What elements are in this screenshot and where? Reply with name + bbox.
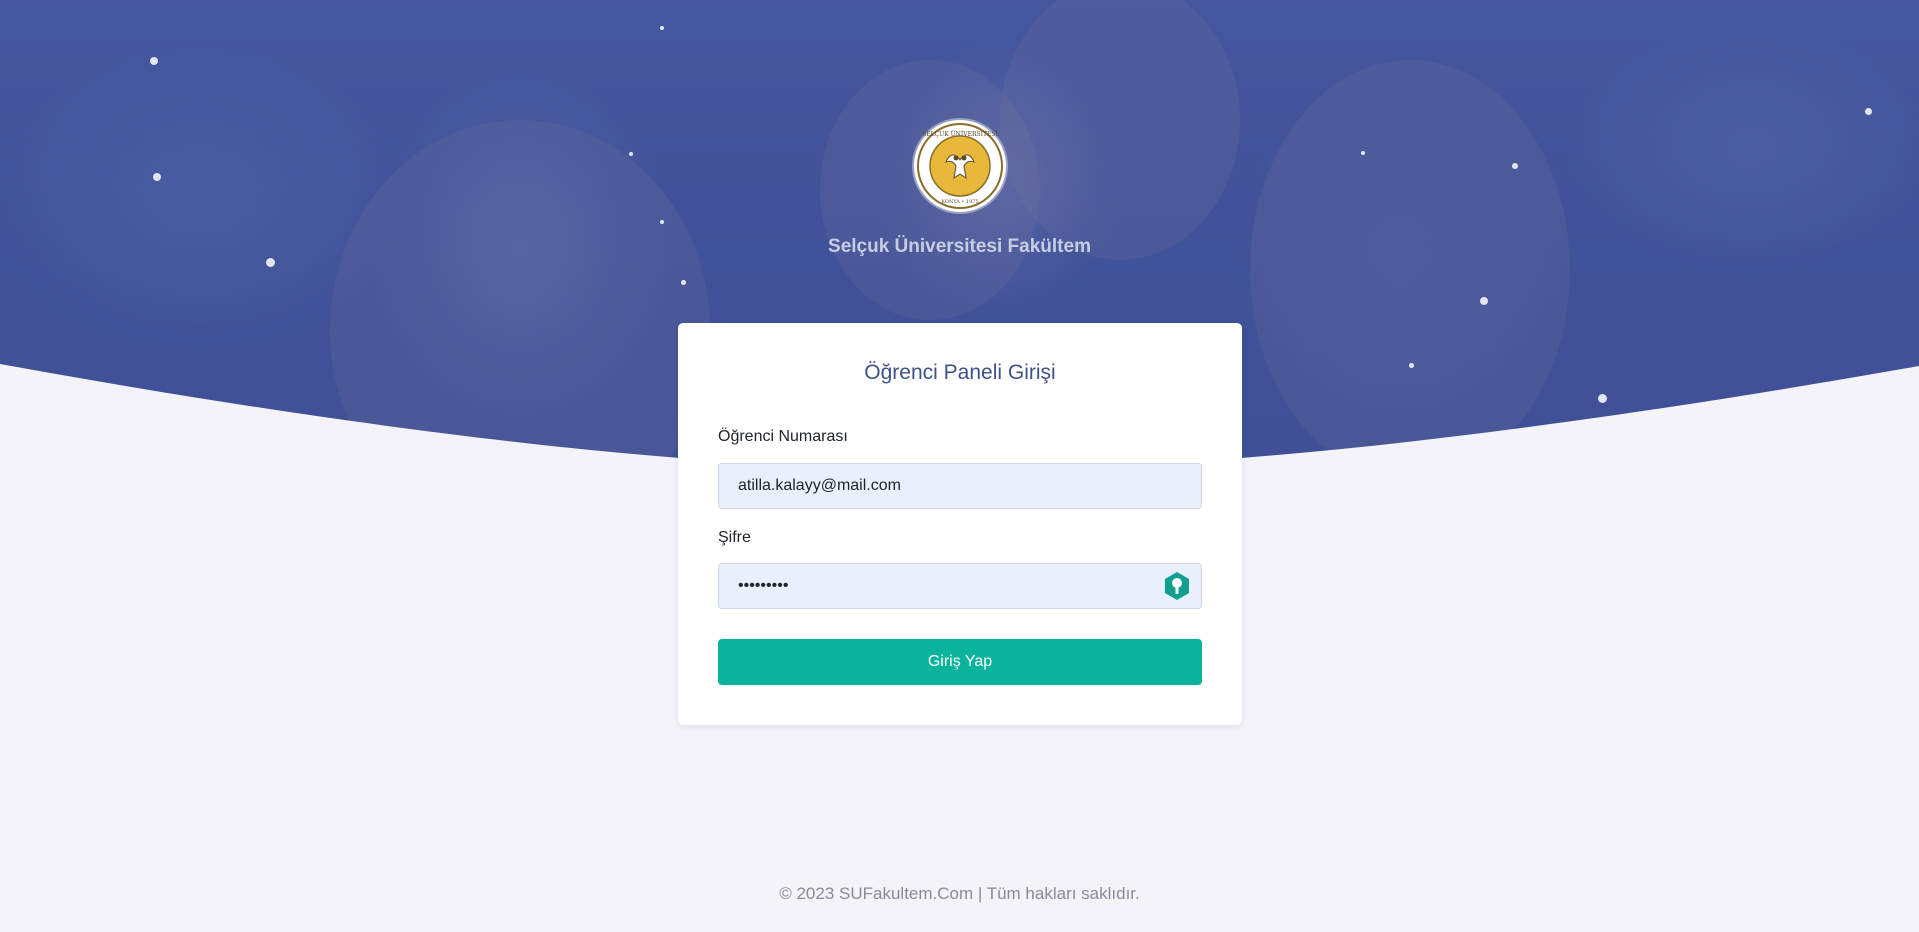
- student-number-label: Öğrenci Numarası: [718, 428, 848, 445]
- student-number-input[interactable]: [718, 463, 1202, 509]
- university-seal-icon: SELÇUK ÜNİVERSİTESİ KONYA • 1975: [914, 120, 1006, 212]
- footer-copyright: © 2023 SUFakultem.Com | Tüm hakları sakl…: [779, 884, 1140, 903]
- svg-text:SELÇUK ÜNİVERSİTESİ: SELÇUK ÜNİVERSİTESİ: [922, 131, 998, 138]
- login-page: SELÇUK ÜNİVERSİTESİ KONYA • 1975 Selçuk …: [0, 0, 1919, 932]
- password-manager-key-icon[interactable]: [1163, 571, 1191, 601]
- svg-text:KONYA • 1975: KONYA • 1975: [941, 199, 978, 205]
- login-submit-button[interactable]: Giriş Yap: [718, 639, 1202, 685]
- brand-title: Selçuk Üniversitesi Fakültem: [828, 236, 1091, 257]
- password-label: Şifre: [718, 529, 751, 546]
- password-input[interactable]: [718, 563, 1202, 609]
- login-card: Öğrenci Paneli Girişi Öğrenci Numarası Ş…: [678, 323, 1242, 725]
- login-card-title: Öğrenci Paneli Girişi: [864, 361, 1056, 384]
